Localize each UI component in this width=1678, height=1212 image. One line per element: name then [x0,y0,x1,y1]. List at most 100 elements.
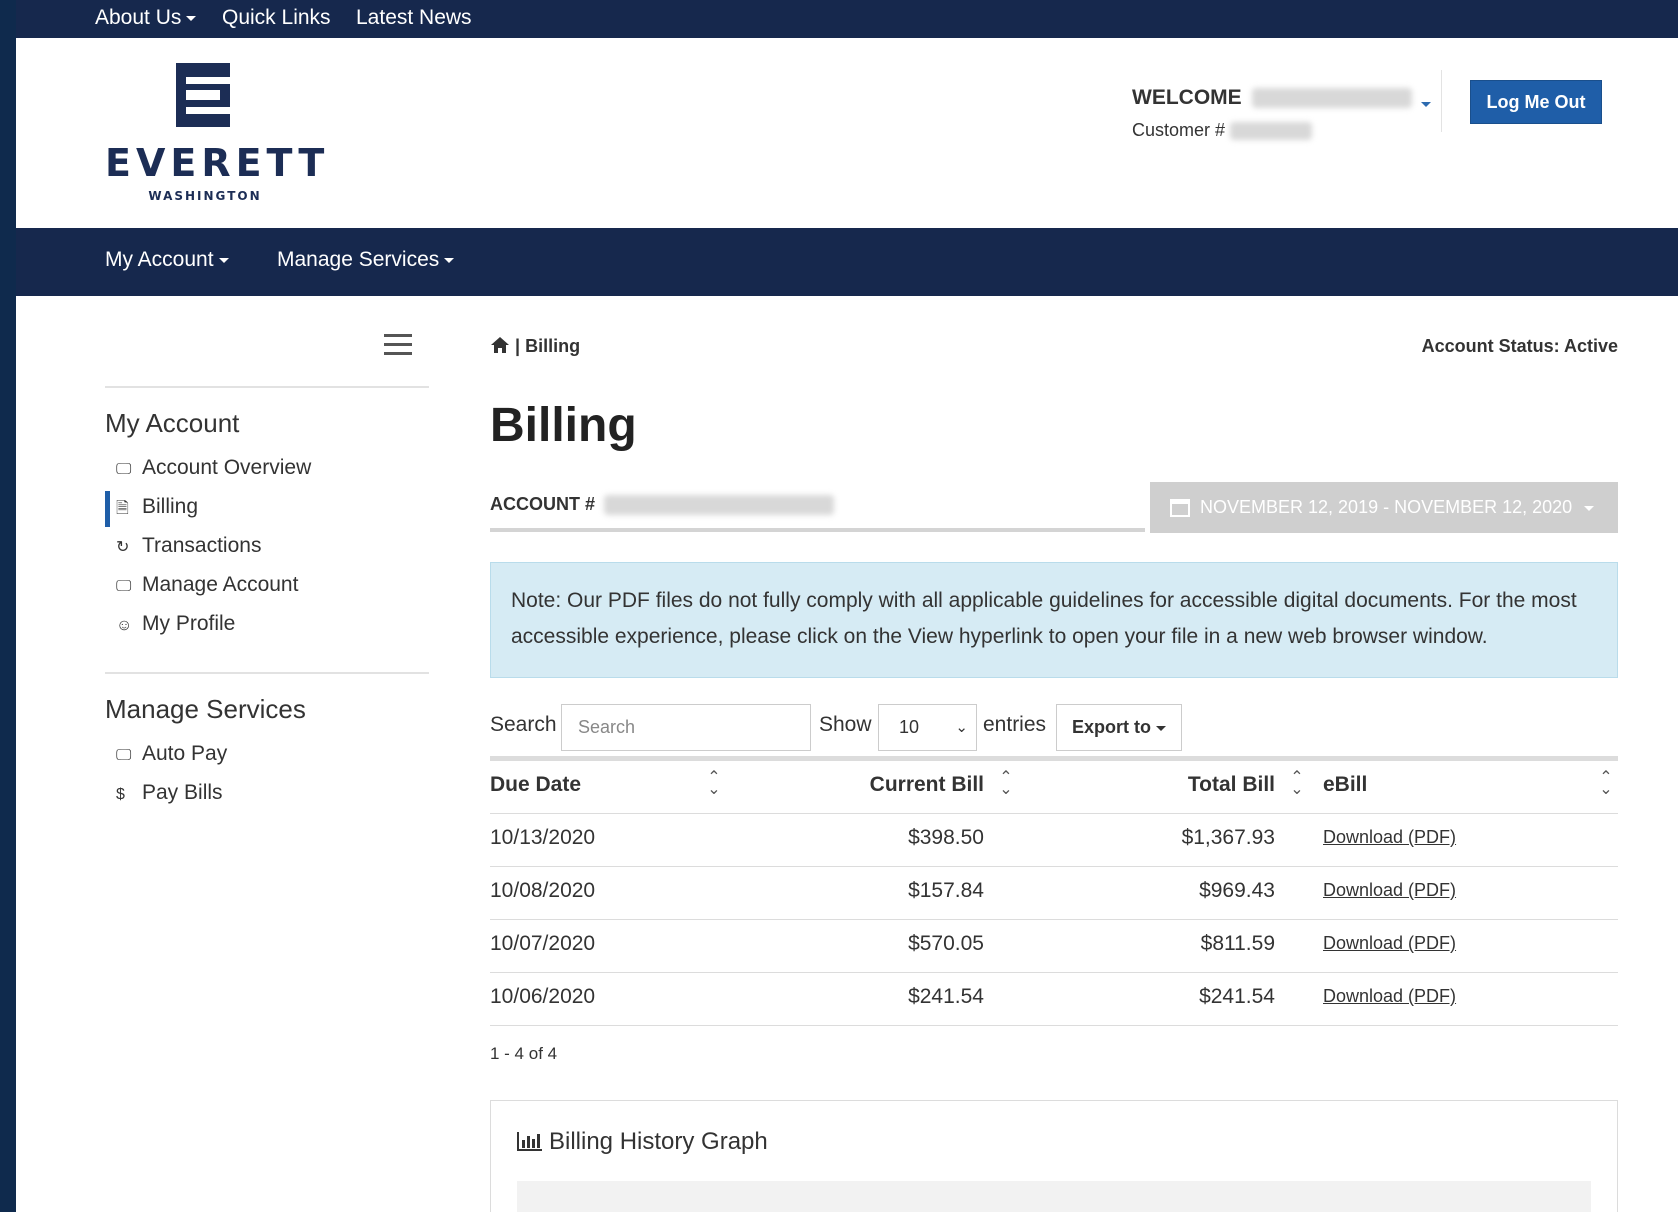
column-header-current-bill[interactable]: Current Bill [766,773,984,797]
account-number: ACCOUNT # [490,494,835,516]
table-row-divider [490,866,1618,867]
welcome-text: WELCOME [1132,86,1412,110]
account-status: Account Status: Active [1421,336,1618,356]
date-range-label: NOVEMBER 12, 2019 - NOVEMBER 12, 2020 [1200,497,1573,517]
sidebar-item-transactions[interactable]: ↻ Transactions [116,534,261,558]
cell-total-bill: $1,367.93 [1181,826,1275,849]
graph-title-label: Billing History Graph [549,1128,768,1155]
sidebar-item-label: Pay Bills [142,781,223,804]
caret-down-icon [186,15,197,21]
search-input[interactable] [561,704,811,751]
log-out-button[interactable]: Log Me Out [1470,80,1602,124]
my-account-menu[interactable]: My Account [105,248,229,272]
cell-total-bill: $969.43 [1199,879,1275,902]
cell-due-date: 10/06/2020 [490,985,596,1008]
manage-services-menu[interactable]: Manage Services [277,248,455,272]
sidebar-item-pay-bills[interactable]: $ Pay Bills [116,781,223,805]
table-row-divider [490,1025,1618,1026]
sidebar-divider [105,672,429,674]
quick-links-link[interactable]: Quick Links [222,6,331,30]
everett-logo[interactable]: EVERETT WASHINGTON [105,63,324,203]
my-account-menu-label: My Account [105,248,214,271]
column-header-due-date[interactable]: Due Date [490,773,581,797]
home-icon[interactable] [490,336,510,359]
download-pdf-link[interactable]: Download (PDF) [1323,880,1456,901]
monitor-icon: 🖵 [116,461,132,478]
cell-total-bill: $241.54 [1199,985,1275,1008]
entries-label: entries [983,713,1047,736]
cell-current-bill: $241.54 [908,985,984,1008]
download-pdf-link[interactable]: Download (PDF) [1323,827,1456,848]
search-label: Search [490,713,557,736]
transactions-icon: ↻ [116,539,130,556]
dollar-icon: $ [116,786,125,803]
about-us-label: About Us [95,6,182,29]
header-divider [1441,70,1442,132]
sort-icon[interactable]: ⌃ ⌄ [707,770,721,798]
sidebar-item-label: Auto Pay [142,742,228,765]
sort-icon[interactable]: ⌃ ⌄ [1290,770,1304,798]
cell-due-date: 10/07/2020 [490,932,596,955]
breadcrumb-separator: | [515,336,521,356]
date-range-picker[interactable]: NOVEMBER 12, 2019 - NOVEMBER 12, 2020 [1150,482,1618,533]
pdf-accessibility-note: Note: Our PDF files do not fully comply … [490,562,1618,678]
calendar-icon [1170,499,1190,518]
bar-chart-icon [517,1130,543,1158]
column-header-total-bill[interactable]: Total Bill [1046,773,1275,797]
main-nav: My Account Manage Services [16,228,1678,296]
sidebar-item-label: My Profile [142,612,236,635]
caret-down-icon [1156,725,1166,731]
cell-current-bill: $398.50 [908,826,984,849]
redacted-account-number [604,495,835,516]
user-menu-caret-icon[interactable] [1416,96,1431,114]
entries-select-value: 10 [899,717,920,737]
cell-due-date: 10/13/2020 [490,826,596,849]
sidebar-item-billing[interactable]: 🗎 Billing [116,495,198,524]
autopay-icon: 🖵 [116,747,132,764]
breadcrumb: | Billing [490,336,580,359]
breadcrumb-current: Billing [525,336,581,356]
sidebar-heading-my-account: My Account [105,408,240,438]
cell-due-date: 10/08/2020 [490,879,596,902]
table-row-divider [490,919,1618,920]
site-header: EVERETT WASHINGTON WELCOME Customer # Lo… [16,38,1678,228]
customer-label: Customer # [1132,120,1226,140]
export-button[interactable]: Export to [1056,704,1182,751]
billing-history-graph-card: Billing History Graph [490,1100,1618,1212]
customer-number: Customer # [1132,120,1313,141]
pagination-info: 1 - 4 of 4 [490,1044,558,1063]
caret-down-icon [1584,505,1595,511]
export-button-label: Export to [1072,717,1151,737]
sidebar-item-my-profile[interactable]: ☺ My Profile [116,612,235,636]
about-us-menu[interactable]: About Us [95,6,197,30]
logo-subtitle: WASHINGTON [148,189,262,203]
manage-account-icon: 🖵 [116,578,132,595]
column-header-ebill[interactable]: eBill [1323,773,1367,797]
bill-icon: 🗎 [116,500,129,517]
top-utility-bar: About Us Quick Links Latest News [16,0,1678,38]
sidebar-divider [105,386,429,388]
sort-icon[interactable]: ⌃ ⌄ [999,770,1013,798]
redacted-customer-number [1230,122,1313,141]
caret-down-icon [218,257,229,263]
latest-news-link[interactable]: Latest News [356,6,472,30]
sidebar-item-account-overview[interactable]: 🖵 Account Overview [116,456,311,480]
sidebar-item-manage-account[interactable]: 🖵 Manage Account [116,573,298,597]
redacted-user-name [1251,88,1412,109]
download-pdf-link[interactable]: Download (PDF) [1323,933,1456,954]
cell-total-bill: $811.59 [1200,932,1275,955]
everett-logo-mark-icon [176,63,230,127]
chevron-down-icon: ⌄ [955,719,968,736]
table-row-divider [490,972,1618,973]
sidebar-item-auto-pay[interactable]: 🖵 Auto Pay [116,742,227,766]
download-pdf-link[interactable]: Download (PDF) [1323,986,1456,1007]
manage-services-menu-label: Manage Services [277,248,440,271]
cell-current-bill: $570.05 [908,932,984,955]
entries-select[interactable]: 10 ⌄ [878,704,977,751]
page-title: Billing [490,399,637,452]
sort-icon[interactable]: ⌃ ⌄ [1599,770,1613,798]
sidebar-item-label: Manage Account [142,573,299,596]
welcome-label: WELCOME [1132,86,1242,109]
hamburger-menu-icon[interactable] [384,334,412,356]
table-header-divider [490,813,1618,814]
